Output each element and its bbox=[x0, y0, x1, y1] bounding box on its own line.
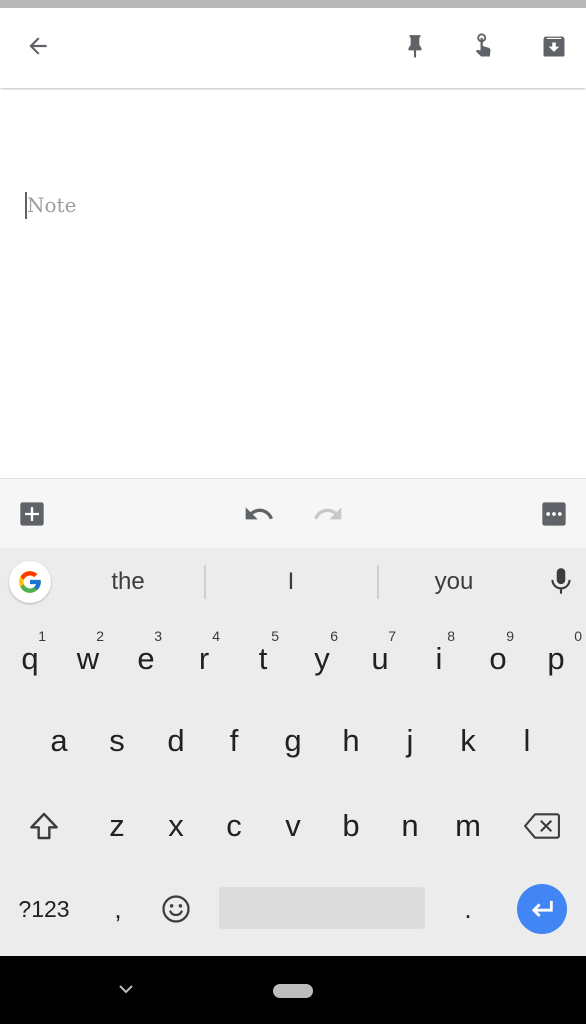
key-number: 1 bbox=[38, 628, 46, 644]
key-label: y bbox=[314, 641, 330, 676]
key-number: 5 bbox=[271, 628, 279, 644]
google-g-icon bbox=[19, 571, 41, 593]
undo-button[interactable] bbox=[243, 498, 275, 530]
suggestion-3[interactable]: you bbox=[404, 562, 504, 602]
key-label: p bbox=[547, 641, 565, 676]
key-b[interactable]: b bbox=[329, 801, 373, 851]
enter-icon bbox=[531, 900, 553, 917]
key-y[interactable]: y6 bbox=[300, 628, 344, 684]
comma-key[interactable]: , bbox=[96, 884, 140, 934]
period-key[interactable]: . bbox=[446, 884, 490, 934]
note-edit-toolbar bbox=[0, 478, 586, 549]
pin-button[interactable] bbox=[391, 22, 439, 70]
shift-icon bbox=[30, 812, 58, 840]
keyboard-suggestion-strip: the I you bbox=[0, 548, 586, 616]
backspace-icon bbox=[524, 813, 560, 839]
archive-icon bbox=[543, 36, 565, 57]
app-bar bbox=[0, 8, 586, 88]
emoji-key[interactable] bbox=[154, 884, 198, 934]
key-x[interactable]: x bbox=[154, 801, 198, 851]
key-t[interactable]: t5 bbox=[241, 628, 285, 684]
more-options-button[interactable] bbox=[538, 498, 570, 530]
status-strip bbox=[0, 0, 586, 8]
reminder-finger-icon bbox=[475, 33, 491, 57]
undo-icon bbox=[245, 507, 273, 520]
key-number: 3 bbox=[154, 628, 162, 644]
suggestion-2[interactable]: I bbox=[241, 562, 341, 602]
google-button[interactable] bbox=[9, 561, 51, 603]
back-button[interactable] bbox=[14, 22, 62, 70]
key-l[interactable]: l bbox=[505, 716, 549, 766]
key-h[interactable]: h bbox=[329, 716, 373, 766]
key-label: e bbox=[137, 641, 155, 676]
key-d[interactable]: d bbox=[154, 716, 198, 766]
key-k[interactable]: k bbox=[446, 716, 490, 766]
add-button[interactable] bbox=[16, 498, 48, 530]
suggestion-divider bbox=[204, 565, 206, 599]
space-bar[interactable] bbox=[219, 887, 425, 929]
key-f[interactable]: f bbox=[212, 716, 256, 766]
key-label: w bbox=[76, 641, 100, 676]
key-p[interactable]: p0 bbox=[534, 628, 582, 684]
key-q[interactable]: q1 bbox=[8, 628, 52, 684]
key-i[interactable]: i8 bbox=[417, 628, 461, 684]
key-z[interactable]: z bbox=[95, 801, 139, 851]
arrow-back-icon bbox=[29, 37, 47, 55]
system-nav-bar bbox=[0, 956, 586, 1024]
key-g[interactable]: g bbox=[271, 716, 315, 766]
note-input[interactable]: Note bbox=[27, 192, 76, 219]
key-label: r bbox=[198, 641, 210, 676]
keyboard: q1 w2 e3 r4 t5 y6 u7 i8 o9 p0 a s d f g … bbox=[0, 616, 586, 956]
key-number: 2 bbox=[96, 628, 104, 644]
key-number: 0 bbox=[574, 628, 582, 644]
key-m[interactable]: m bbox=[446, 801, 490, 851]
key-number: 6 bbox=[330, 628, 338, 644]
microphone-icon bbox=[551, 568, 571, 594]
enter-key[interactable] bbox=[517, 884, 567, 934]
key-s[interactable]: s bbox=[95, 716, 139, 766]
key-w[interactable]: w2 bbox=[66, 628, 110, 684]
archive-button[interactable] bbox=[530, 22, 578, 70]
add-box-icon bbox=[20, 502, 44, 526]
key-label: t bbox=[258, 641, 268, 676]
key-n[interactable]: n bbox=[388, 801, 432, 851]
key-number: 7 bbox=[388, 628, 396, 644]
key-e[interactable]: e3 bbox=[124, 628, 168, 684]
chevron-down-icon bbox=[119, 985, 133, 994]
voice-input-button[interactable] bbox=[548, 566, 574, 598]
key-r[interactable]: r4 bbox=[182, 628, 226, 684]
symbols-key[interactable]: ?123 bbox=[6, 884, 82, 934]
key-label: u bbox=[371, 641, 389, 676]
key-a[interactable]: a bbox=[37, 716, 81, 766]
key-o[interactable]: o9 bbox=[476, 628, 520, 684]
key-label: q bbox=[21, 641, 39, 676]
key-j[interactable]: j bbox=[388, 716, 432, 766]
backspace-key[interactable] bbox=[518, 801, 566, 851]
redo-button[interactable] bbox=[312, 498, 344, 530]
note-editor[interactable] bbox=[0, 90, 586, 478]
suggestion-divider bbox=[377, 565, 379, 599]
emoji-icon bbox=[162, 895, 190, 923]
key-number: 9 bbox=[506, 628, 514, 644]
shift-key[interactable] bbox=[20, 801, 68, 851]
reminder-button[interactable] bbox=[460, 22, 508, 70]
redo-icon bbox=[314, 507, 342, 520]
pin-icon bbox=[408, 35, 422, 58]
key-c[interactable]: c bbox=[212, 801, 256, 851]
more-options-icon bbox=[542, 502, 566, 526]
key-v[interactable]: v bbox=[271, 801, 315, 851]
key-u[interactable]: u7 bbox=[358, 628, 402, 684]
key-number: 4 bbox=[212, 628, 220, 644]
key-label: o bbox=[489, 641, 507, 676]
nav-back-button[interactable] bbox=[117, 982, 135, 996]
key-label: i bbox=[435, 641, 443, 676]
key-number: 8 bbox=[447, 628, 455, 644]
nav-home-button[interactable] bbox=[273, 984, 313, 998]
suggestion-1[interactable]: the bbox=[78, 562, 178, 602]
